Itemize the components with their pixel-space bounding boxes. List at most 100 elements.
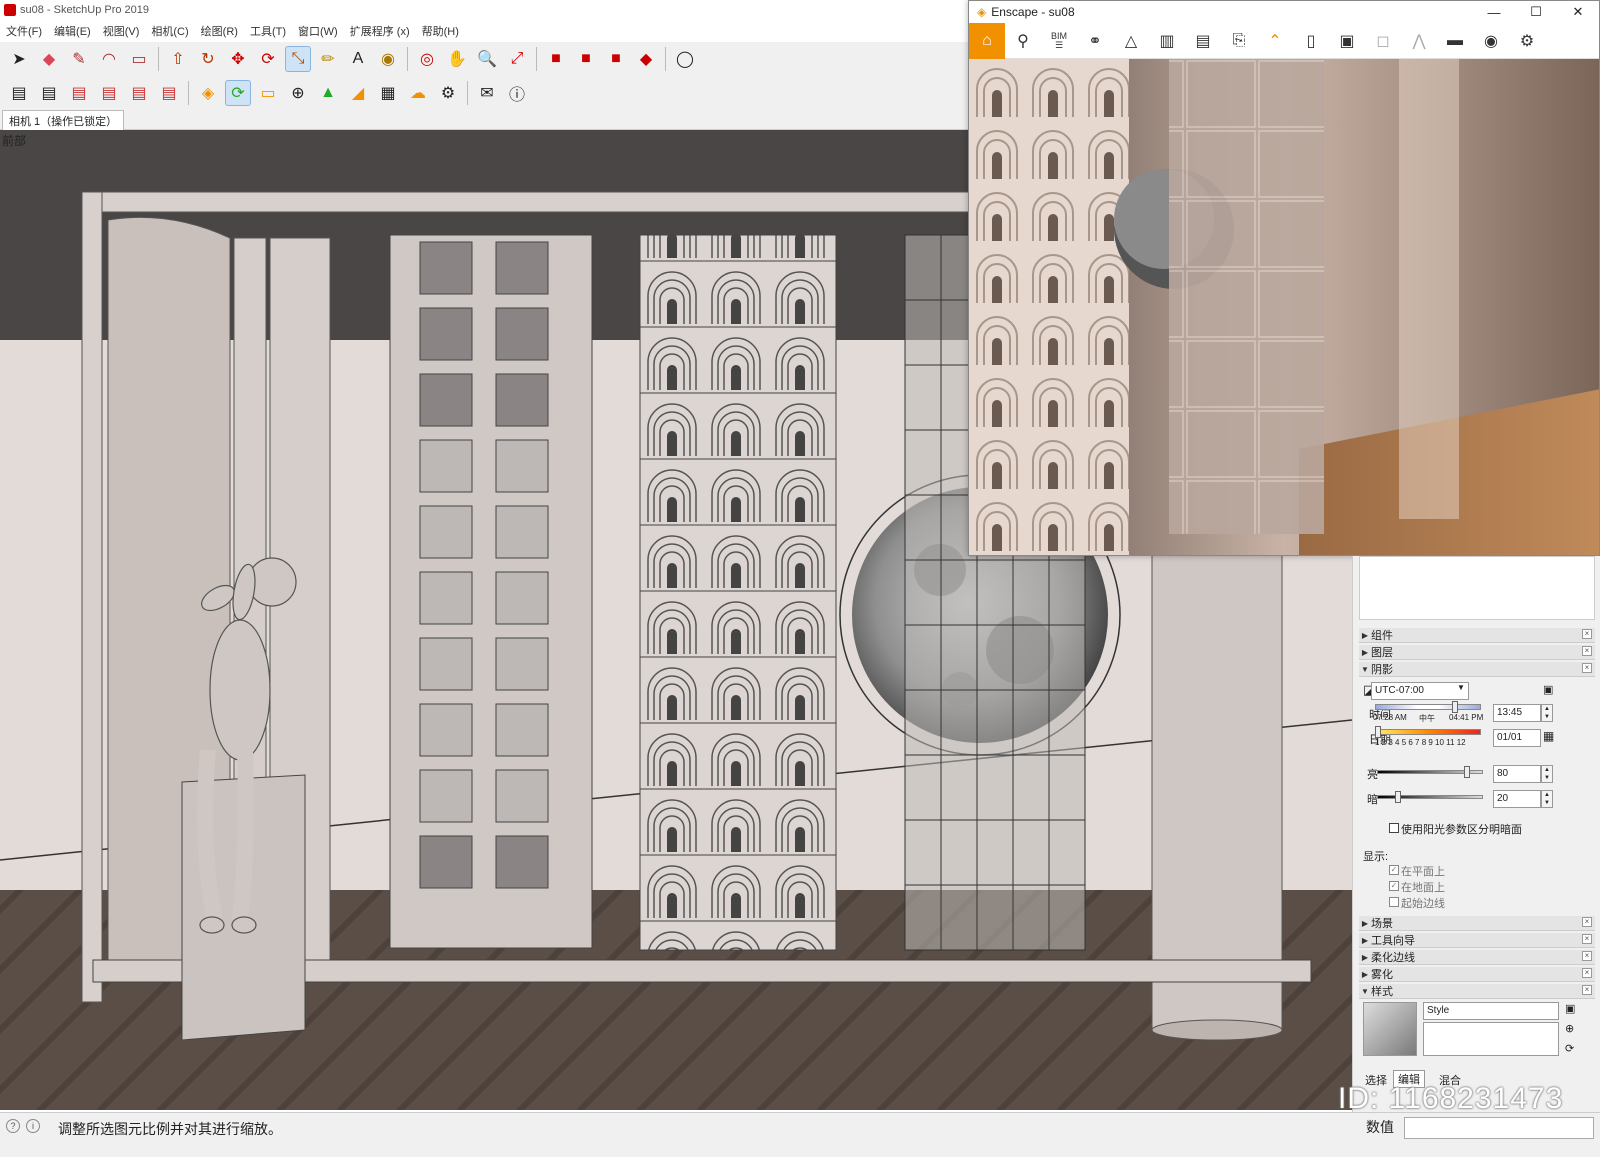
rectangle-tool-icon[interactable]: ▭ xyxy=(126,46,152,72)
close-button[interactable]: ✕ xyxy=(1557,1,1599,23)
menu-tools[interactable]: 工具(T) xyxy=(244,23,292,39)
move-tool-icon[interactable]: ✥ xyxy=(225,46,251,72)
timezone-select[interactable]: UTC-07:00 xyxy=(1371,682,1469,700)
section-scenes[interactable]: ▶ 场景 × xyxy=(1359,916,1595,931)
enscape-texture-icon[interactable]: ▦ xyxy=(375,80,401,106)
enscape-sync-icon[interactable]: ⟳ xyxy=(225,80,251,106)
menu-file[interactable]: 文件(F) xyxy=(0,23,48,39)
dark-spinner[interactable]: ▲ ▼ xyxy=(1541,790,1553,808)
time-slider[interactable] xyxy=(1375,704,1481,710)
style-thumbnail[interactable] xyxy=(1363,1002,1417,1056)
from-edges-checkbox[interactable] xyxy=(1389,897,1399,907)
section-layers[interactable]: ▶ 图层 × xyxy=(1359,645,1595,660)
rotate-tool-icon[interactable]: ⟳ xyxy=(255,46,281,72)
collapse-icon[interactable]: ⌃ xyxy=(1257,23,1293,59)
component-tool-5-icon[interactable]: ▤ xyxy=(126,80,152,106)
section-shadows[interactable]: ▼ 阴影 × xyxy=(1359,662,1595,677)
light-spinner[interactable]: ▲ ▼ xyxy=(1541,765,1553,783)
date-input[interactable]: 01/01 xyxy=(1493,729,1541,747)
enscape-start-icon[interactable]: ◈ xyxy=(195,80,221,106)
menu-view[interactable]: 视图(V) xyxy=(97,23,146,39)
map-icon[interactable]: ▯ xyxy=(1293,23,1329,59)
binoculars-icon[interactable]: ⚭ xyxy=(1077,23,1113,59)
close-section-icon[interactable]: × xyxy=(1582,917,1592,927)
calendar-icon[interactable]: ▦ xyxy=(1543,729,1554,743)
component-tool-2-icon[interactable]: ▤ xyxy=(36,80,62,106)
home-icon[interactable]: ⌂ xyxy=(969,22,1005,59)
line-tool-icon[interactable]: ✎ xyxy=(66,46,92,72)
atmosphere-icon[interactable]: △ xyxy=(1113,23,1149,59)
section-fog[interactable]: ▶ 雾化 × xyxy=(1359,967,1595,982)
arc-tool-icon[interactable]: ◠ xyxy=(96,46,122,72)
use-sun-checkbox[interactable] xyxy=(1389,823,1399,833)
box-icon[interactable]: ◻ xyxy=(1365,23,1401,59)
share-component-icon[interactable]: ■ xyxy=(603,46,629,72)
push-pull-tool-icon[interactable]: ⇧ xyxy=(165,46,191,72)
section-soften-edges[interactable]: ▶ 柔化边线 × xyxy=(1359,950,1595,965)
component-tool-icon[interactable]: ▤ xyxy=(6,80,32,106)
on-faces-checkbox[interactable]: ✓ xyxy=(1389,865,1399,875)
date-slider-thumb[interactable] xyxy=(1375,726,1381,738)
light-input[interactable]: 80 xyxy=(1493,765,1541,783)
time-slider-thumb[interactable] xyxy=(1452,701,1458,713)
dark-slider-thumb[interactable] xyxy=(1395,791,1402,803)
dark-input[interactable]: 20 xyxy=(1493,790,1541,808)
eye-icon[interactable]: ◉ xyxy=(1473,23,1509,59)
bim-icon[interactable]: BIM ☰ xyxy=(1041,23,1077,59)
refresh-style-icon[interactable]: ⟳ xyxy=(1565,1042,1574,1055)
enscape-add-icon[interactable]: ⊕ xyxy=(285,80,311,106)
details-icon[interactable]: ▣ xyxy=(1543,683,1553,696)
select-tool-icon[interactable]: ➤ xyxy=(6,46,32,72)
settings-gear-icon[interactable]: ⚙ xyxy=(1509,23,1545,59)
minimize-button[interactable]: — xyxy=(1473,1,1515,23)
screenshot-icon[interactable]: ▣ xyxy=(1329,23,1365,59)
close-section-icon[interactable]: × xyxy=(1582,985,1592,995)
menu-draw[interactable]: 绘图(R) xyxy=(195,23,244,39)
enscape-material-icon[interactable]: ◢ xyxy=(345,80,371,106)
close-section-icon[interactable]: × xyxy=(1582,951,1592,961)
dark-slider[interactable] xyxy=(1377,795,1483,799)
enscape-views-icon[interactable]: ▭ xyxy=(255,80,281,106)
section-components[interactable]: ▶ 组件 × xyxy=(1359,628,1595,643)
scale-tool-icon[interactable]: ⤡ xyxy=(285,46,311,72)
scene-tab-camera-1[interactable]: 相机 1（操作已锁定） xyxy=(2,110,125,131)
clapperboard-icon[interactable]: ▤ xyxy=(1185,23,1221,59)
export-icon[interactable]: ⎘ xyxy=(1221,23,1257,59)
share-model-icon[interactable]: ■ xyxy=(573,46,599,72)
zoom-extents-icon[interactable]: ⤢ xyxy=(504,46,530,72)
menu-window[interactable]: 窗口(W) xyxy=(292,23,344,39)
account-icon[interactable]: ◯ xyxy=(672,46,698,72)
menu-edit[interactable]: 编辑(E) xyxy=(48,23,97,39)
section-styles[interactable]: ▼ 样式 × xyxy=(1359,984,1595,999)
text-tool-icon[interactable]: A xyxy=(345,46,371,72)
paint-bucket-icon[interactable]: ◉ xyxy=(375,46,401,72)
measurements-input[interactable] xyxy=(1404,1117,1594,1139)
on-ground-checkbox[interactable]: ✓ xyxy=(1389,881,1399,891)
close-section-icon[interactable]: × xyxy=(1582,934,1592,944)
component-tool-3-icon[interactable]: ▤ xyxy=(66,80,92,106)
grass-icon[interactable]: ⋀ xyxy=(1401,23,1437,59)
tape-measure-icon[interactable]: ✏ xyxy=(315,46,341,72)
enscape-feedback-icon[interactable]: ✉ xyxy=(474,80,500,106)
section-instructor[interactable]: ▶ 工具向导 × xyxy=(1359,933,1595,948)
style-name-field[interactable]: Style xyxy=(1423,1002,1559,1020)
eraser-tool-icon[interactable]: ◆ xyxy=(36,46,62,72)
info-icon[interactable]: i xyxy=(26,1119,40,1133)
follow-me-tool-icon[interactable]: ↻ xyxy=(195,46,221,72)
component-tool-6-icon[interactable]: ▤ xyxy=(156,80,182,106)
pan-tool-icon[interactable]: ✋ xyxy=(444,46,470,72)
create-style-icon[interactable]: ⊕ xyxy=(1565,1022,1574,1035)
vr-headset-icon[interactable]: ▬ xyxy=(1437,23,1473,59)
geo-location-icon[interactable]: ? xyxy=(6,1119,20,1133)
enscape-upload-icon[interactable]: ☁ xyxy=(405,80,431,106)
update-style-icon[interactable]: ▣ xyxy=(1565,1002,1575,1015)
enscape-settings-icon[interactable]: ⚙ xyxy=(435,80,461,106)
close-section-icon[interactable]: × xyxy=(1582,663,1592,673)
location-icon[interactable]: ⚲ xyxy=(1005,23,1041,59)
time-input[interactable]: 13:45 xyxy=(1493,704,1541,722)
zoom-tool-icon[interactable]: 🔍 xyxy=(474,46,500,72)
close-section-icon[interactable]: × xyxy=(1582,646,1592,656)
style-description[interactable] xyxy=(1423,1022,1559,1056)
enscape-about-icon[interactable]: ⓘ xyxy=(504,80,530,106)
menu-help[interactable]: 帮助(H) xyxy=(416,23,465,39)
